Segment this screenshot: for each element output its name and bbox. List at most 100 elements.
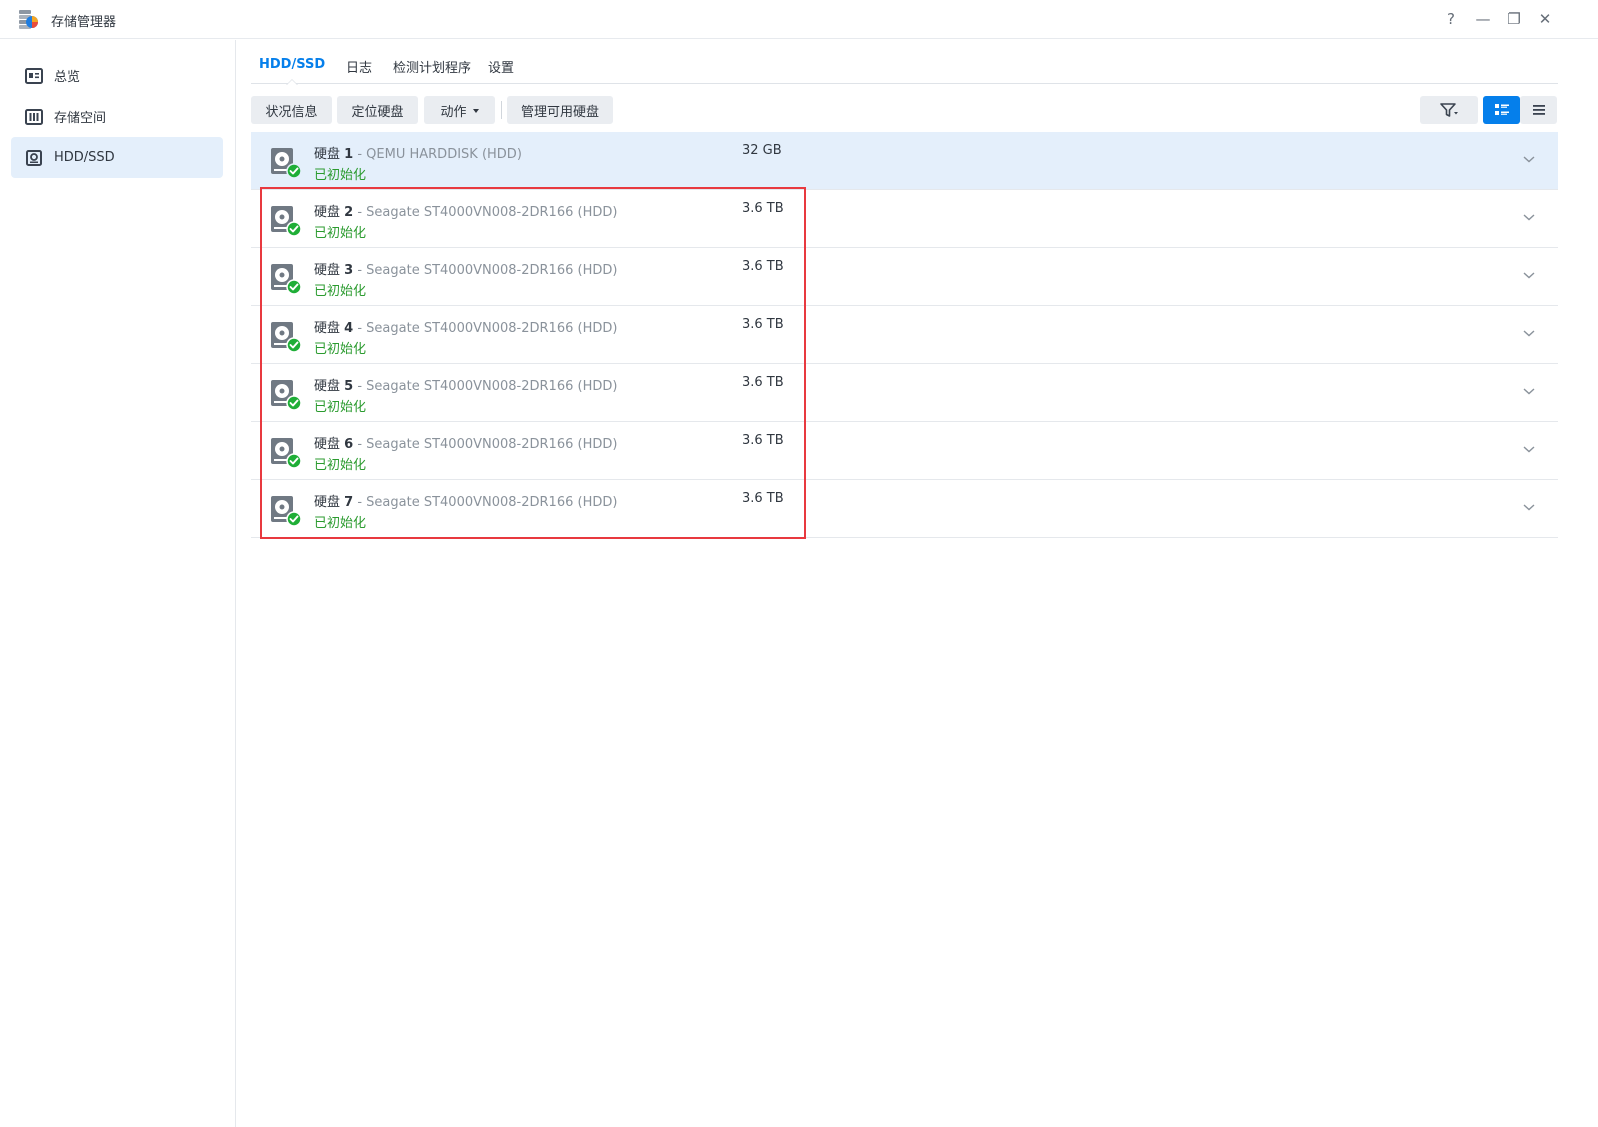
tab-bar: HDD/SSD 日志 检测计划程序 设置 <box>251 50 1558 85</box>
disk-name: 硬盘 6 - Seagate ST4000VN008-2DR166 (HDD) <box>314 437 618 452</box>
locate-disk-label: 定位硬盘 <box>351 104 404 120</box>
chevron-down-icon[interactable] <box>1522 444 1536 454</box>
storage-pool-icon <box>25 108 43 126</box>
disk-label: 硬盘 <box>314 147 341 162</box>
filter-button[interactable] <box>1420 96 1478 124</box>
disk-model: Seagate ST4000VN008-2DR166 (HDD) <box>366 321 618 336</box>
sidebar-item-storage-pool[interactable]: 存储空间 <box>11 96 223 137</box>
help-icon[interactable]: ? <box>1441 9 1461 29</box>
disk-row[interactable]: 硬盘 1 - QEMU HARDDISK (HDD) 已初始化 32 GB <box>251 132 1558 190</box>
disk-name: 硬盘 2 - Seagate ST4000VN008-2DR166 (HDD) <box>314 205 618 220</box>
disk-size: 3.6 TB <box>742 433 784 448</box>
hdd-status-ok-icon <box>271 322 302 353</box>
caret-down-icon <box>472 109 479 113</box>
hdd-status-ok-icon <box>271 496 302 527</box>
disk-model: Seagate ST4000VN008-2DR166 (HDD) <box>366 495 618 510</box>
manage-available-disks-button[interactable]: 管理可用硬盘 <box>507 96 613 124</box>
minimize-icon[interactable]: — <box>1473 9 1493 29</box>
disk-label: 硬盘 <box>314 437 341 452</box>
disk-label: 硬盘 <box>314 379 341 394</box>
disk-number: 4 <box>344 321 354 336</box>
disk-label: 硬盘 <box>314 321 341 336</box>
disk-model: Seagate ST4000VN008-2DR166 (HDD) <box>366 379 618 394</box>
tab-log[interactable]: 日志 <box>346 57 372 76</box>
title-bar: 存储管理器 ? — ❐ ✕ <box>0 0 1598 39</box>
disk-status: 已初始化 <box>314 458 367 473</box>
toolbar-divider <box>501 101 502 119</box>
disk-row[interactable]: 硬盘 4 - Seagate ST4000VN008-2DR166 (HDD) … <box>251 306 1558 364</box>
disk-number: 6 <box>344 437 354 452</box>
disk-model: Seagate ST4000VN008-2DR166 (HDD) <box>366 263 618 278</box>
chevron-down-icon[interactable] <box>1522 154 1536 164</box>
disk-name: 硬盘 7 - Seagate ST4000VN008-2DR166 (HDD) <box>314 495 618 510</box>
window-title: 存储管理器 <box>51 15 117 30</box>
disk-number: 3 <box>344 263 354 278</box>
sidebar-item-label: 存储空间 <box>54 111 107 126</box>
disk-status: 已初始化 <box>314 226 367 241</box>
restore-icon[interactable]: ❐ <box>1504 9 1524 29</box>
detail-view-toggle[interactable] <box>1483 96 1520 124</box>
close-icon[interactable]: ✕ <box>1535 9 1555 29</box>
tab-hdd-ssd[interactable]: HDD/SSD <box>259 57 325 72</box>
disk-status: 已初始化 <box>314 168 367 183</box>
disk-status: 已初始化 <box>314 342 367 357</box>
disk-row[interactable]: 硬盘 7 - Seagate ST4000VN008-2DR166 (HDD) … <box>251 480 1558 538</box>
sidebar-item-label: 总览 <box>54 70 81 85</box>
disk-row[interactable]: 硬盘 6 - Seagate ST4000VN008-2DR166 (HDD) … <box>251 422 1558 480</box>
hdd-status-ok-icon <box>271 206 302 237</box>
disk-name: 硬盘 4 - Seagate ST4000VN008-2DR166 (HDD) <box>314 321 618 336</box>
disk-model: QEMU HARDDISK (HDD) <box>366 147 522 162</box>
disk-name: 硬盘 1 - QEMU HARDDISK (HDD) <box>314 147 522 162</box>
disk-size: 32 GB <box>742 143 782 158</box>
card-list-icon <box>1494 104 1509 115</box>
hdd-icon <box>25 149 43 167</box>
disk-size: 3.6 TB <box>742 317 784 332</box>
hdd-status-ok-icon <box>271 438 302 469</box>
disk-number: 1 <box>344 147 354 162</box>
hdd-status-ok-icon <box>271 380 302 411</box>
disk-label: 硬盘 <box>314 495 341 510</box>
chevron-down-icon[interactable] <box>1522 386 1536 396</box>
action-label: 动作 <box>440 104 467 120</box>
disk-name: 硬盘 5 - Seagate ST4000VN008-2DR166 (HDD) <box>314 379 618 394</box>
disk-status: 已初始化 <box>314 400 367 415</box>
active-tab-indicator <box>286 79 298 85</box>
list-icon <box>1532 105 1545 115</box>
tab-test-scheduler[interactable]: 检测计划程序 <box>393 57 471 76</box>
locate-disk-button[interactable]: 定位硬盘 <box>337 96 418 124</box>
disk-size: 3.6 TB <box>742 375 784 390</box>
disk-number: 2 <box>344 205 354 220</box>
chevron-down-icon[interactable] <box>1522 212 1536 222</box>
disk-status: 已初始化 <box>314 516 367 531</box>
overview-icon <box>25 67 43 85</box>
disk-row[interactable]: 硬盘 3 - Seagate ST4000VN008-2DR166 (HDD) … <box>251 248 1558 306</box>
disk-row[interactable]: 硬盘 2 - Seagate ST4000VN008-2DR166 (HDD) … <box>251 190 1558 248</box>
sidebar-item-label: HDD/SSD <box>54 150 115 165</box>
disk-status: 已初始化 <box>314 284 367 299</box>
status-info-label: 状况信息 <box>265 104 318 120</box>
manage-disks-label: 管理可用硬盘 <box>520 104 599 120</box>
sidebar-item-overview[interactable]: 总览 <box>11 55 223 96</box>
list-view-toggle[interactable] <box>1520 96 1557 124</box>
filter-icon <box>1440 103 1458 117</box>
disk-size: 3.6 TB <box>742 201 784 216</box>
chevron-down-icon[interactable] <box>1522 502 1536 512</box>
disk-model: Seagate ST4000VN008-2DR166 (HDD) <box>366 437 618 452</box>
disk-size: 3.6 TB <box>742 491 784 506</box>
disk-number: 5 <box>344 379 354 394</box>
disk-row[interactable]: 硬盘 5 - Seagate ST4000VN008-2DR166 (HDD) … <box>251 364 1558 422</box>
disk-number: 7 <box>344 495 354 510</box>
disk-label: 硬盘 <box>314 263 341 278</box>
hdd-status-ok-icon <box>271 264 302 295</box>
sidebar-item-hdd-ssd[interactable]: HDD/SSD <box>11 137 223 178</box>
status-info-button[interactable]: 状况信息 <box>251 96 332 124</box>
disk-name: 硬盘 3 - Seagate ST4000VN008-2DR166 (HDD) <box>314 263 618 278</box>
disk-label: 硬盘 <box>314 205 341 220</box>
disk-size: 3.6 TB <box>742 259 784 274</box>
sidebar: 总览 存储空间 HDD/SSD <box>0 40 236 1127</box>
storage-manager-app-icon <box>19 10 38 29</box>
action-dropdown-button[interactable]: 动作 <box>424 96 495 124</box>
chevron-down-icon[interactable] <box>1522 270 1536 280</box>
chevron-down-icon[interactable] <box>1522 328 1536 338</box>
tab-settings[interactable]: 设置 <box>488 57 514 76</box>
